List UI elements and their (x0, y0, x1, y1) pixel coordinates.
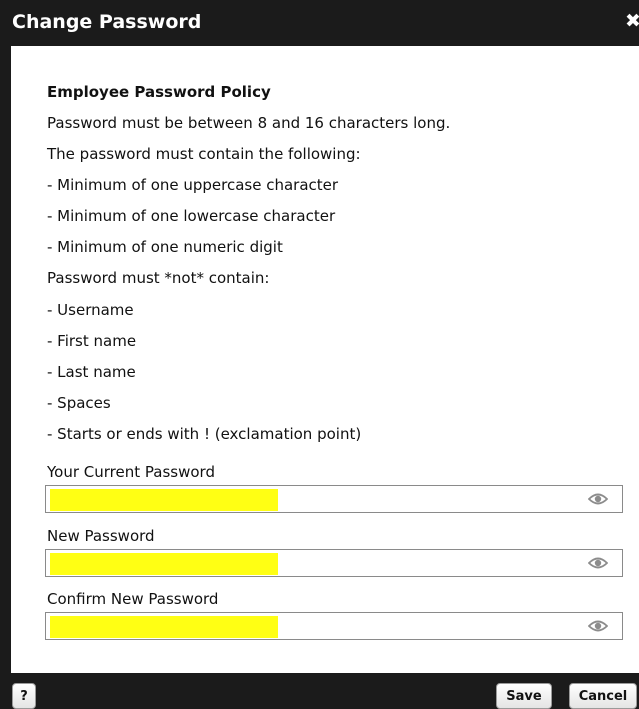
policy-line: - Username (47, 301, 134, 319)
save-button[interactable]: Save (496, 683, 552, 709)
policy-line: Password must *not* contain: (47, 269, 270, 287)
eye-icon[interactable] (588, 492, 608, 506)
dialog-title: Change Password (12, 11, 202, 33)
close-icon[interactable]: ✖ (625, 10, 639, 32)
confirm-password-label: Confirm New Password (47, 590, 219, 608)
confirm-password-field[interactable] (45, 612, 623, 640)
dialog-footer: ? Save Cancel (0, 673, 639, 709)
redaction-mark (50, 553, 278, 575)
policy-line: - Minimum of one numeric digit (47, 238, 283, 256)
cancel-button[interactable]: Cancel (569, 683, 637, 709)
current-password-field[interactable] (45, 485, 623, 513)
policy-line: - Spaces (47, 394, 111, 412)
redaction-mark (50, 489, 278, 511)
dialog-body: Employee Password Policy Password must b… (11, 46, 639, 673)
current-password-label: Your Current Password (47, 463, 215, 481)
policy-line: - Last name (47, 363, 136, 381)
policy-line: The password must contain the following: (47, 145, 361, 163)
new-password-label: New Password (47, 527, 155, 545)
policy-heading: Employee Password Policy (47, 83, 271, 101)
policy-line: - First name (47, 332, 137, 350)
policy-line: - Minimum of one lowercase character (47, 207, 336, 225)
policy-line: - Minimum of one uppercase character (47, 176, 339, 194)
policy-line: - Starts or ends with ! (exclamation poi… (47, 425, 362, 443)
eye-icon[interactable] (588, 619, 608, 633)
policy-line: Password must be between 8 and 16 charac… (47, 114, 451, 132)
redaction-mark (50, 616, 278, 638)
eye-icon[interactable] (588, 556, 608, 570)
help-button[interactable]: ? (12, 683, 36, 709)
dialog-titlebar: Change Password ✖ (0, 0, 639, 46)
new-password-field[interactable] (45, 549, 623, 577)
